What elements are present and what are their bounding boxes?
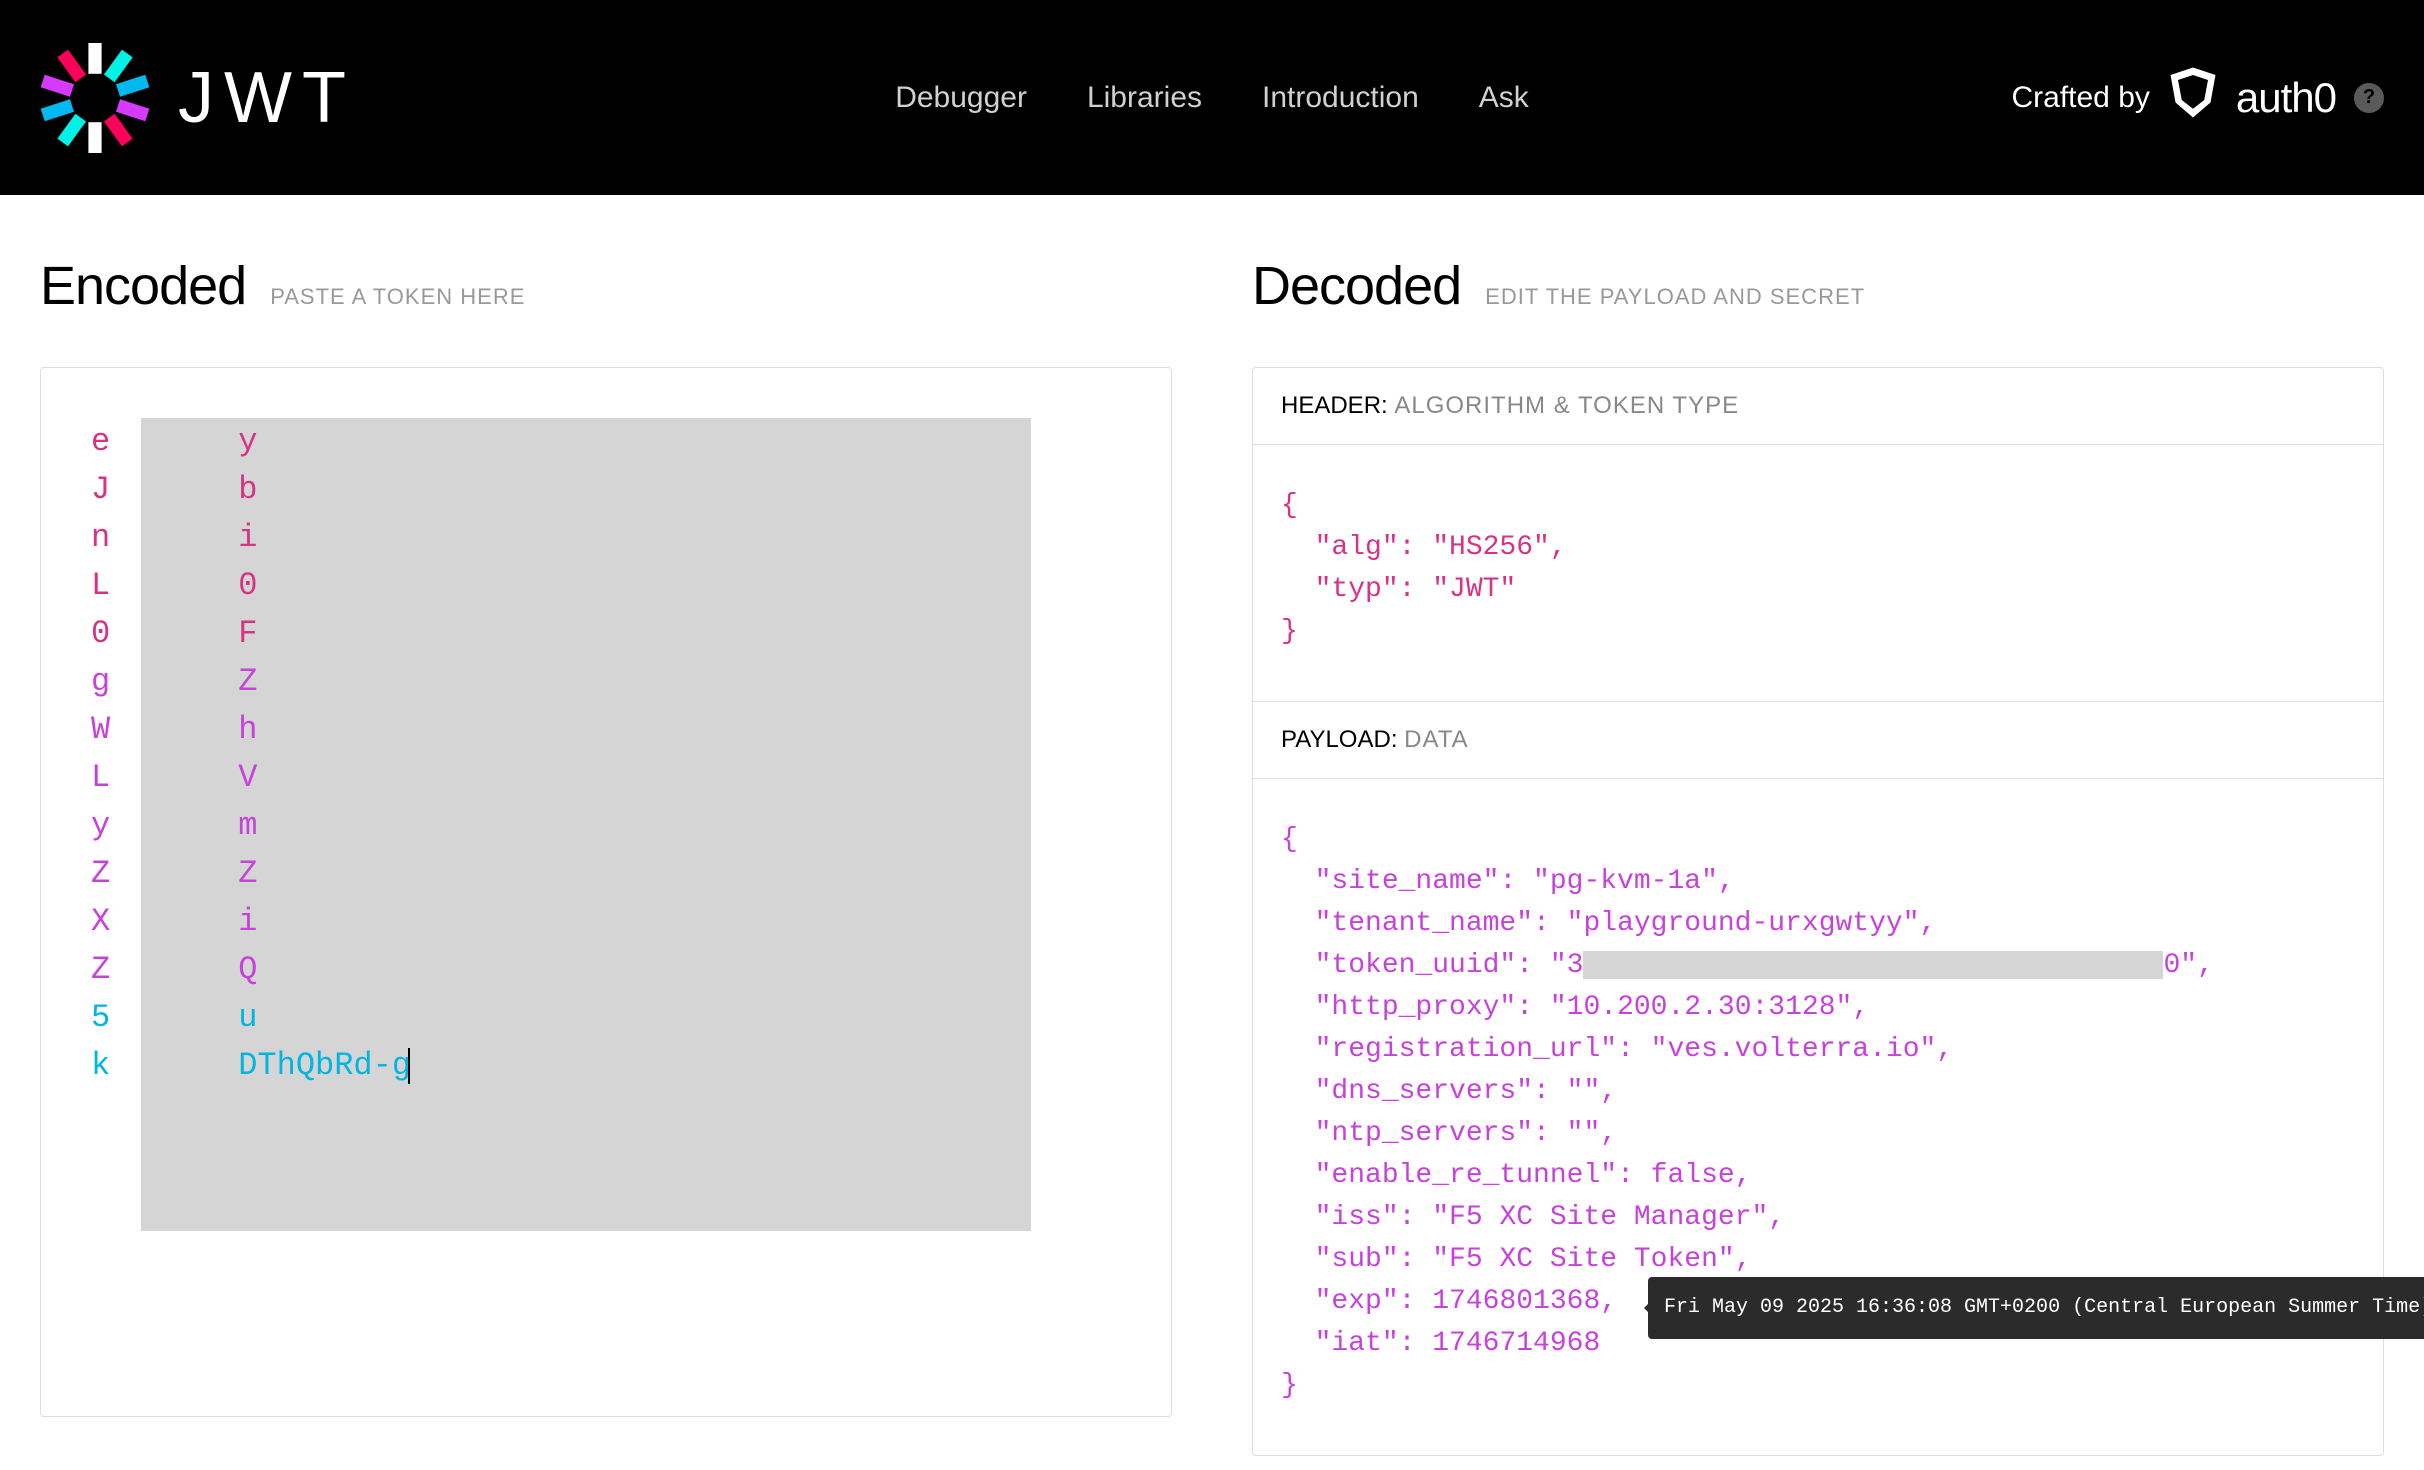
encoded-subtitle: PASTE A TOKEN HERE xyxy=(270,284,525,310)
nav-libraries[interactable]: Libraries xyxy=(1087,81,1202,115)
token-payload-part: gZWhLVymZZXiZQ xyxy=(91,663,257,988)
auth0-text[interactable]: auth0 xyxy=(2236,74,2336,122)
nav-introduction[interactable]: Introduction xyxy=(1262,81,1419,115)
header-panel-title: HEADER: ALGORITHM & TOKEN TYPE xyxy=(1253,368,2383,445)
nav-debugger[interactable]: Debugger xyxy=(895,81,1027,115)
text-cursor xyxy=(408,1048,410,1084)
decoded-subtitle: EDIT THE PAYLOAD AND SECRET xyxy=(1485,284,1865,310)
payload-panel-title: PAYLOAD: DATA xyxy=(1253,701,2383,779)
token-uuid-redaction xyxy=(1583,951,2163,979)
help-icon[interactable]: ? xyxy=(2354,83,2384,113)
payload-panel-label: PAYLOAD: xyxy=(1281,726,1397,753)
top-bar: JWT Debugger Libraries Introduction Ask … xyxy=(0,0,2424,195)
header-panel-label: HEADER: xyxy=(1281,392,1388,419)
encoded-textarea[interactable]: eyJbniL00FgZWhLVymZZXiZQ 5ukDThQbRd-g xyxy=(40,367,1172,1417)
decoded-title: Decoded xyxy=(1252,255,1461,317)
exp-tooltip: Fri May 09 2025 16:36:08 GMT+0200 (Centr… xyxy=(1648,1277,2424,1339)
payload-json[interactable]: { "site_name": "pg-kvm-1a", "tenant_name… xyxy=(1253,779,2383,1455)
jwt-pinwheel-icon xyxy=(40,43,150,153)
crafted-by: Crafted by auth0 ? xyxy=(2011,67,2384,128)
nav-ask[interactable]: Ask xyxy=(1479,81,1529,115)
main-content: Encoded PASTE A TOKEN HERE eyJbniL00FgZW… xyxy=(0,195,2424,1456)
token-signature-part: 5ukDThQbRd-g xyxy=(91,999,411,1084)
payload-panel-sub: DATA xyxy=(1404,726,1468,753)
decoded-panel: HEADER: ALGORITHM & TOKEN TYPE { "alg": … xyxy=(1252,367,2384,1456)
token-header-part: eyJbniL00F xyxy=(91,423,257,652)
encoded-title: Encoded xyxy=(40,255,246,317)
decoded-header: Decoded EDIT THE PAYLOAD AND SECRET xyxy=(1252,255,2384,317)
decoded-column: Decoded EDIT THE PAYLOAD AND SECRET HEAD… xyxy=(1252,255,2384,1456)
auth0-shield-icon xyxy=(2168,67,2218,128)
brand-text: JWT xyxy=(178,57,356,139)
main-nav: Debugger Libraries Introduction Ask xyxy=(895,81,1529,115)
encoded-column: Encoded PASTE A TOKEN HERE eyJbniL00FgZW… xyxy=(40,255,1172,1456)
header-json[interactable]: { "alg": "HS256", "typ": "JWT" } xyxy=(1253,445,2383,701)
encoded-header: Encoded PASTE A TOKEN HERE xyxy=(40,255,1172,317)
crafted-by-label: Crafted by xyxy=(2011,81,2149,115)
logo[interactable]: JWT xyxy=(40,43,356,153)
header-panel-sub: ALGORITHM & TOKEN TYPE xyxy=(1394,392,1739,419)
